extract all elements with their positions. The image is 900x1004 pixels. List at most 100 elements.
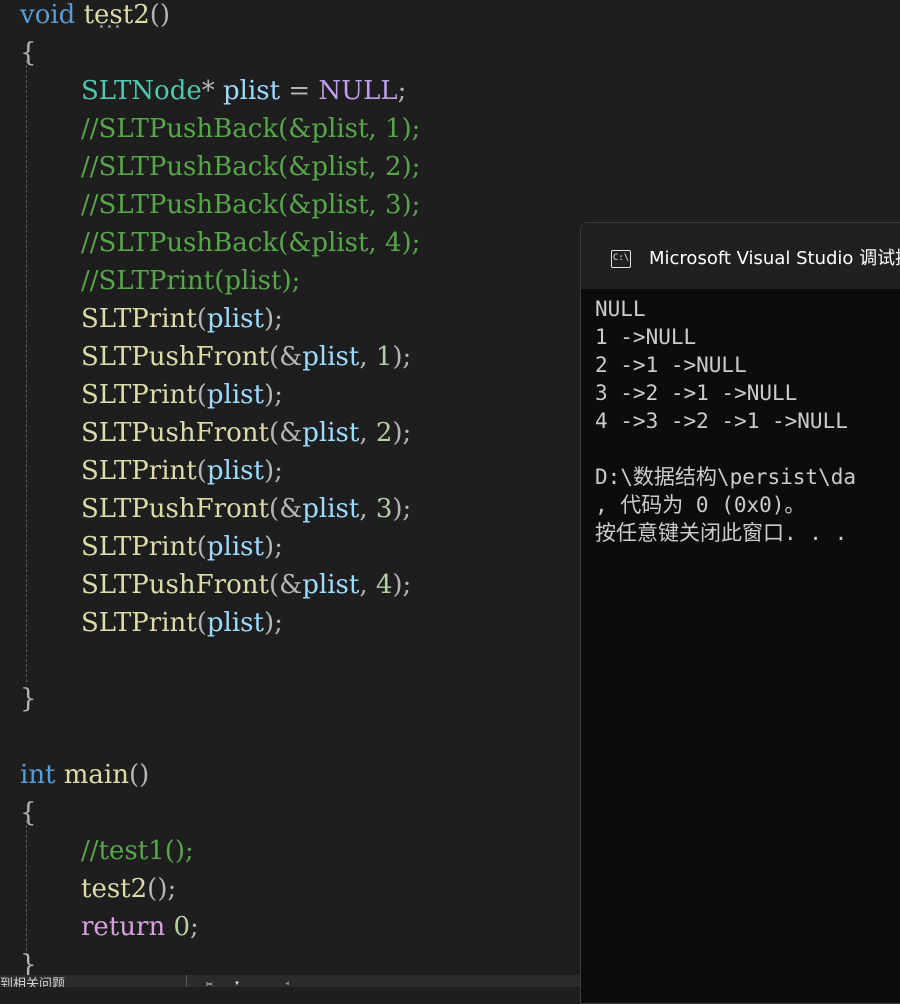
console-output-line: NULL xyxy=(595,297,646,321)
code-token: SLTPushFront xyxy=(81,342,269,372)
code-token: (); xyxy=(147,874,177,904)
code-token: plist xyxy=(206,532,264,562)
code-token: //SLTPrint(plist); xyxy=(81,266,301,296)
code-token: SLTPushFront xyxy=(81,570,269,600)
code-token: 3 xyxy=(375,494,393,524)
code-token: 2 xyxy=(375,418,393,448)
code-token: ); xyxy=(392,570,412,600)
code-line[interactable]: SLTNode* plist = NULL; xyxy=(81,72,406,110)
code-token: ); xyxy=(263,380,283,410)
console-title-bar[interactable]: C:\ Microsoft Visual Studio 调试控 xyxy=(581,223,900,289)
code-token: SLTPrint xyxy=(81,532,197,562)
indent-guide xyxy=(26,820,27,956)
code-line[interactable]: SLTPrint(plist); xyxy=(81,604,283,642)
code-token: () xyxy=(149,0,171,30)
console-output-line: , 代码为 0 (0x0)。 xyxy=(595,493,806,517)
code-token: , xyxy=(359,418,376,448)
code-line[interactable]: //SLTPrint(plist); xyxy=(81,262,300,300)
code-token: SLTPrint xyxy=(81,304,197,334)
code-line[interactable]: SLTPrint(plist); xyxy=(81,300,283,338)
code-line[interactable]: SLTPushFront(&plist, 3); xyxy=(81,490,411,528)
debug-console-window[interactable]: C:\ Microsoft Visual Studio 调试控 NULL 1 ->… xyxy=(580,222,900,1004)
code-token: ; xyxy=(397,76,407,106)
code-token: plist xyxy=(206,456,264,486)
code-token: SLTPrint xyxy=(81,380,197,410)
code-token: } xyxy=(20,684,37,714)
code-token: { xyxy=(20,38,37,68)
code-line[interactable]: SLTPushFront(&plist, 2); xyxy=(81,414,411,452)
code-token: plist xyxy=(302,418,360,448)
code-token: return xyxy=(81,912,166,942)
code-token: main xyxy=(63,760,129,790)
code-token: SLTPushFront xyxy=(81,494,269,524)
code-token: plist xyxy=(223,76,281,106)
code-line[interactable]: } xyxy=(20,680,37,718)
code-token: SLTPrint xyxy=(81,608,197,638)
chevron-down-icon[interactable]: ▾ xyxy=(234,977,240,987)
code-line[interactable]: SLTPrint(plist); xyxy=(81,452,283,490)
code-line[interactable]: //SLTPushBack(&plist, 2); xyxy=(81,148,420,186)
code-token: , xyxy=(359,494,376,524)
code-line[interactable]: //SLTPushBack(&plist, 4); xyxy=(81,224,420,262)
code-token: ( xyxy=(196,380,207,410)
code-token: plist xyxy=(206,380,264,410)
status-bar: 到相关问题 ✂ ▾ ◂ xyxy=(0,975,580,987)
scroll-left-icon[interactable]: ◂ xyxy=(284,977,290,987)
console-output-line: 2 ->1 ->NULL xyxy=(595,353,747,377)
code-line[interactable]: //SLTPushBack(&plist, 1); xyxy=(81,110,420,148)
indent-guide xyxy=(26,60,27,682)
code-line[interactable]: SLTPrint(plist); xyxy=(81,376,283,414)
code-token: ); xyxy=(263,608,283,638)
code-token: SLTPushFront xyxy=(81,418,269,448)
code-line[interactable]: return 0; xyxy=(81,908,199,946)
code-line[interactable]: void test2() xyxy=(20,0,170,34)
code-token: ( xyxy=(196,304,207,334)
console-title: Microsoft Visual Studio 调试控 xyxy=(649,248,900,269)
code-line[interactable]: { xyxy=(20,34,37,72)
code-token: ( xyxy=(196,532,207,562)
code-token: ); xyxy=(263,532,283,562)
code-token: = xyxy=(280,76,319,106)
code-line[interactable]: SLTPushFront(&plist, 1); xyxy=(81,338,411,376)
code-token: () xyxy=(129,760,150,790)
code-token: (& xyxy=(268,494,303,524)
code-token: ); xyxy=(392,342,412,372)
code-line[interactable]: SLTPrint(plist); xyxy=(81,528,283,566)
code-line[interactable]: //SLTPushBack(&plist, 3); xyxy=(81,186,420,224)
code-token: * xyxy=(201,76,223,106)
status-divider xyxy=(186,975,187,987)
code-token: 1 xyxy=(375,342,393,372)
code-token: { xyxy=(20,798,37,828)
cleanup-brush-icon[interactable]: ✂ xyxy=(206,977,213,987)
code-token: //SLTPushBack(&plist, 4); xyxy=(81,228,421,258)
code-token: plist xyxy=(206,304,264,334)
code-token: 4 xyxy=(375,570,393,600)
code-token: void xyxy=(20,0,76,30)
code-token: plist xyxy=(206,608,264,638)
code-line[interactable]: { xyxy=(20,794,37,832)
code-token: plist xyxy=(302,494,360,524)
console-output-line: D:\数据结构\persist\da xyxy=(595,465,857,489)
code-token: ( xyxy=(196,608,207,638)
code-token: //SLTPushBack(&plist, 2); xyxy=(81,152,421,182)
console-output-line: 3 ->2 ->1 ->NULL xyxy=(595,381,798,405)
code-line[interactable]: //test1(); xyxy=(81,832,194,870)
code-token: //test1(); xyxy=(81,836,194,866)
code-token: //SLTPushBack(&plist, 1); xyxy=(81,114,421,144)
code-token: ); xyxy=(263,304,283,334)
code-token: , xyxy=(359,342,376,372)
code-line[interactable]: int main() xyxy=(20,756,149,794)
code-token: test2 xyxy=(83,0,150,30)
status-issues-text[interactable]: 到相关问题 xyxy=(0,977,65,987)
console-output-line: 1 ->NULL xyxy=(595,325,697,349)
console-output-line: 4 ->3 ->2 ->1 ->NULL xyxy=(595,409,848,433)
code-token: SLTNode xyxy=(81,76,202,106)
code-line[interactable]: test2(); xyxy=(81,870,176,908)
code-line[interactable]: SLTPushFront(&plist, 4); xyxy=(81,566,411,604)
code-token: (& xyxy=(268,418,303,448)
code-token: ); xyxy=(392,418,412,448)
code-token: ( xyxy=(196,456,207,486)
code-token: ); xyxy=(392,494,412,524)
